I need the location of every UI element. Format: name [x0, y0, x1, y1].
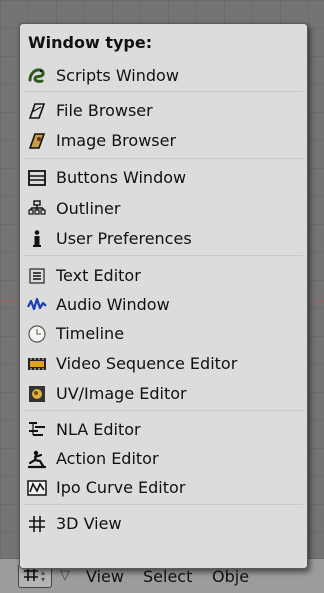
menu-item-3d-view[interactable]: 3D View — [23, 510, 304, 537]
menu-item-label: Video Sequence Editor — [56, 354, 238, 373]
menu-item-nla-editor[interactable]: NLA Editor — [23, 416, 304, 443]
menu-item-label: NLA Editor — [56, 420, 141, 439]
menu-item-audio-window[interactable]: Audio Window — [23, 291, 304, 318]
menu-item-label: UV/Image Editor — [56, 384, 187, 403]
view-menu[interactable]: View — [86, 567, 124, 586]
uv-image-editor-icon — [27, 384, 47, 404]
menu-item-label: Timeline — [56, 324, 125, 343]
3d-view-icon — [27, 514, 47, 534]
menu-item-timeline[interactable]: Timeline — [23, 320, 304, 347]
action-editor-icon — [27, 449, 47, 469]
object-menu[interactable]: Obje — [212, 567, 249, 586]
menu-item-label: Action Editor — [56, 449, 159, 468]
menu-item-image-browser[interactable]: Image Browser — [23, 127, 304, 154]
timeline-icon — [27, 324, 47, 344]
menu-item-label: Scripts Window — [56, 66, 179, 85]
file-browser-icon — [27, 101, 47, 121]
text-editor-icon — [27, 266, 47, 286]
user-preferences-icon — [27, 229, 47, 249]
scripts-icon — [27, 66, 47, 86]
menu-item-label: File Browser — [56, 101, 153, 120]
select-menu[interactable]: Select — [143, 567, 192, 586]
menu-separator — [24, 410, 303, 411]
menu-item-label: Outliner — [56, 199, 121, 218]
menu-separator — [24, 255, 303, 256]
image-browser-icon — [27, 131, 47, 151]
menu-separator — [24, 158, 303, 159]
menu-item-label: 3D View — [56, 514, 122, 533]
menu-item-scripts-window[interactable]: Scripts Window — [23, 62, 304, 89]
menu-item-buttons-window[interactable]: Buttons Window — [23, 164, 304, 191]
menu-item-label: Text Editor — [56, 266, 141, 285]
collapse-menus-icon[interactable]: ▽ — [60, 568, 70, 583]
menu-item-label: User Preferences — [56, 229, 192, 248]
menu-item-user-preferences[interactable]: User Preferences — [23, 225, 304, 252]
menu-item-text-editor[interactable]: Text Editor — [23, 262, 304, 289]
menu-separator — [24, 504, 303, 505]
menu-separator — [24, 91, 303, 92]
ipo-curve-editor-icon — [27, 478, 47, 498]
menu-item-video-sequence-editor[interactable]: Video Sequence Editor — [23, 350, 304, 377]
outliner-icon — [27, 199, 47, 219]
video-sequence-icon — [27, 354, 47, 374]
menu-item-label: Image Browser — [56, 131, 177, 150]
menu-item-label: Audio Window — [56, 295, 170, 314]
updown-arrows-icon: ▴ ▾ — [41, 568, 46, 584]
menu-item-action-editor[interactable]: Action Editor — [23, 445, 304, 472]
menu-item-label: Buttons Window — [56, 168, 187, 187]
menu-title: Window type: — [28, 33, 153, 52]
menu-item-ipo-curve-editor[interactable]: Ipo Curve Editor — [23, 474, 304, 501]
menu-item-file-browser[interactable]: File Browser — [23, 97, 304, 124]
window-type-menu: Window type: Scripts Window File Browser… — [19, 23, 308, 569]
3d-view-icon — [23, 566, 39, 586]
menu-item-uv-image-editor[interactable]: UV/Image Editor — [23, 380, 304, 407]
menu-item-label: Ipo Curve Editor — [56, 478, 186, 497]
nla-editor-icon — [27, 420, 47, 440]
buttons-window-icon — [27, 168, 47, 188]
audio-window-icon — [27, 295, 47, 315]
menu-item-outliner[interactable]: Outliner — [23, 195, 304, 222]
